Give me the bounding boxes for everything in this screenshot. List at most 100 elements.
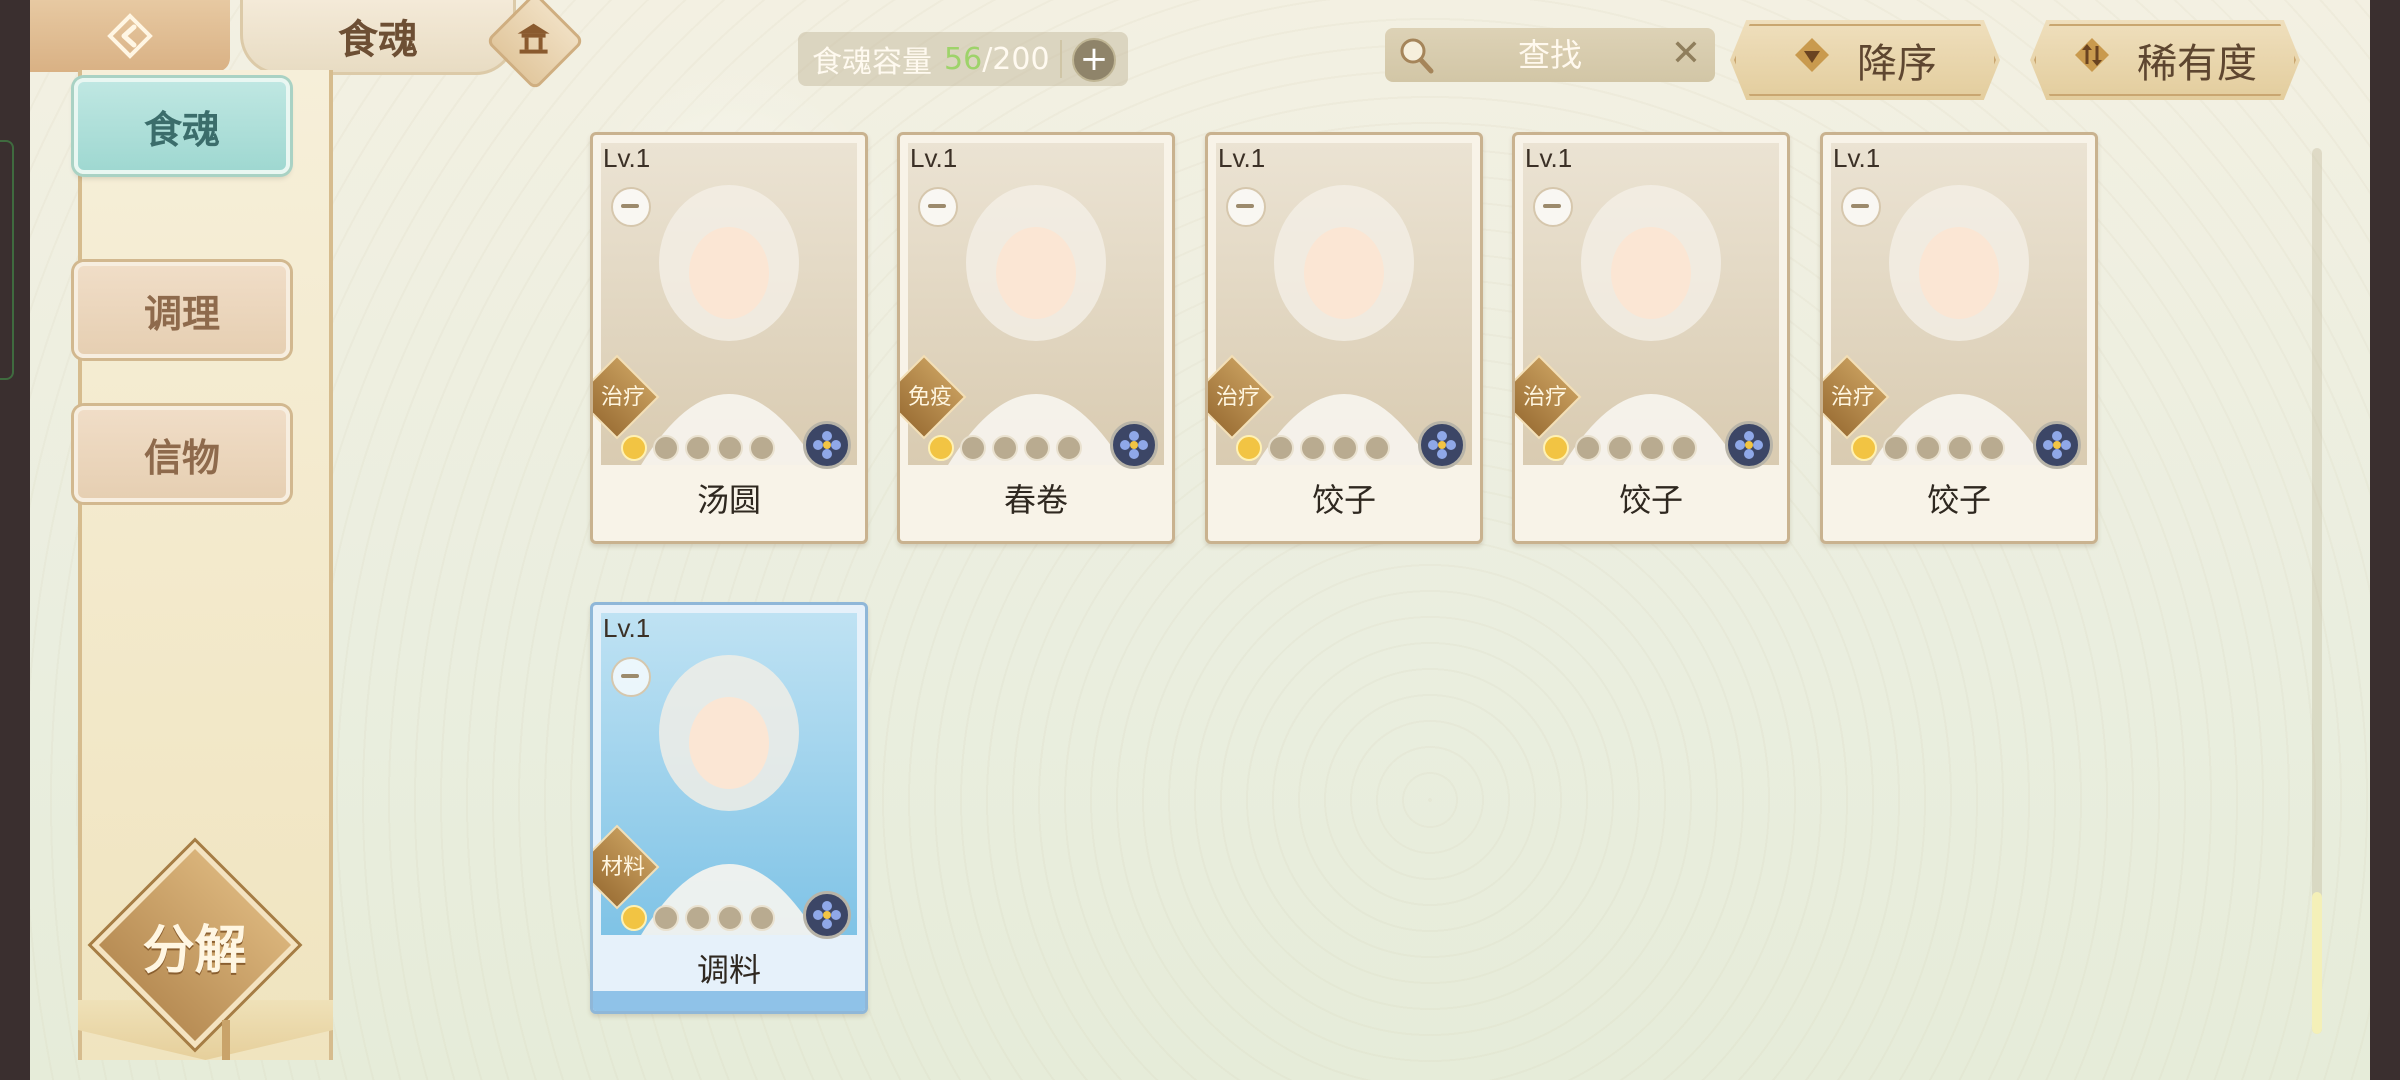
sort-order-label: 降序: [1857, 41, 1937, 87]
star-icon: [1883, 435, 1909, 461]
star-icon: [1979, 435, 2005, 461]
star-icon: [685, 435, 711, 461]
food-soul-card[interactable]: Lv.1 治疗饺子: [1512, 132, 1790, 544]
card-name: 饺子: [1311, 481, 1376, 519]
star-icon: [1024, 435, 1050, 461]
scrollbar[interactable]: [2312, 148, 2322, 1034]
capacity-label: 食魂容量: [812, 45, 932, 80]
star-rating: [621, 905, 775, 931]
star-icon: [1671, 435, 1697, 461]
star-icon: [960, 435, 986, 461]
food-soul-card[interactable]: Lv.1 治疗饺子: [1820, 132, 2098, 544]
star-icon: [1639, 435, 1665, 461]
rarity-bar: [593, 991, 865, 1011]
close-icon[interactable]: ✕: [1671, 36, 1701, 72]
sort-order-button[interactable]: 降序: [1730, 20, 2000, 100]
search-input[interactable]: 查找: [1385, 28, 1715, 82]
flower-emblem-icon: [1110, 421, 1158, 469]
side-handle: [0, 140, 14, 380]
role-label: 免疫: [907, 385, 952, 410]
star-icon: [653, 905, 679, 931]
star-icon: [621, 435, 647, 461]
star-icon: [1851, 435, 1877, 461]
star-icon: [717, 435, 743, 461]
pavilion-icon: [514, 18, 554, 62]
flower-emblem-icon: [803, 891, 851, 939]
role-label: 治疗: [1215, 385, 1260, 410]
star-icon: [1300, 435, 1326, 461]
back-button[interactable]: [30, 0, 230, 72]
sidebar-item-label: 信物: [143, 434, 220, 480]
star-icon: [621, 905, 647, 931]
card-name: 调料: [696, 951, 761, 989]
role-label: 治疗: [1830, 385, 1875, 410]
bowl-icon: [1841, 187, 1881, 227]
level-label: Lv.1: [603, 613, 651, 643]
star-icon: [1364, 435, 1390, 461]
level-label: Lv.1: [1525, 143, 1573, 173]
level-label: Lv.1: [910, 143, 958, 173]
bowl-icon: [1533, 187, 1573, 227]
star-rating: [621, 435, 775, 461]
level-label: Lv.1: [1833, 143, 1881, 173]
back-arrow-icon: [107, 13, 153, 59]
tassel: [222, 1020, 230, 1060]
food-soul-card[interactable]: Lv.1 治疗饺子: [1205, 132, 1483, 544]
capacity-max: 200: [992, 41, 1050, 77]
flower-emblem-icon: [803, 421, 851, 469]
sidebar-item-tokens[interactable]: 信物: [74, 406, 290, 502]
sidebar-item-food-soul[interactable]: 食魂: [74, 78, 290, 174]
bowl-icon: [611, 657, 651, 697]
star-icon: [1915, 435, 1941, 461]
sidebar-item-conditioning[interactable]: 调理: [74, 262, 290, 358]
star-rating: [1236, 435, 1390, 461]
star-icon: [1607, 435, 1633, 461]
card-name: 春卷: [1003, 481, 1068, 519]
food-soul-screen: 食魂 食魂容量 56 / 200 + 查找 ✕ 降序 稀有度 食魂 调理 信物 …: [30, 0, 2370, 1080]
star-icon: [992, 435, 1018, 461]
star-icon: [1056, 435, 1082, 461]
star-icon: [749, 905, 775, 931]
bowl-icon: [1226, 187, 1266, 227]
star-icon: [1947, 435, 1973, 461]
food-soul-card[interactable]: Lv.1 材料调料: [590, 602, 868, 1014]
swap-icon: [2073, 36, 2111, 84]
capacity-current: 56: [944, 41, 983, 77]
decompose-label: 分解: [142, 919, 248, 981]
level-label: Lv.1: [1218, 143, 1266, 173]
star-icon: [1543, 435, 1569, 461]
sidebar-item-label: 食魂: [143, 106, 220, 152]
star-icon: [1575, 435, 1601, 461]
flower-emblem-icon: [2033, 421, 2081, 469]
food-soul-card[interactable]: Lv.1 治疗 汤圆: [590, 132, 868, 544]
flower-emblem-icon: [1725, 421, 1773, 469]
star-icon: [1236, 435, 1262, 461]
role-label: 治疗: [1522, 385, 1567, 410]
add-capacity-button[interactable]: +: [1072, 38, 1116, 82]
card-name: 饺子: [1618, 481, 1683, 519]
right-bezel: [2370, 0, 2400, 1080]
capacity-separator: /: [982, 41, 993, 77]
sort-by-label: 稀有度: [2137, 41, 2257, 87]
sort-by-button[interactable]: 稀有度: [2030, 20, 2300, 100]
capacity-divider: [1060, 40, 1062, 78]
flower-emblem-icon: [1418, 421, 1466, 469]
bowl-icon: [918, 187, 958, 227]
card-name: 饺子: [1926, 481, 1991, 519]
star-icon: [717, 905, 743, 931]
capacity-display: 食魂容量 56 / 200 +: [798, 32, 1128, 86]
top-bar: 食魂 食魂容量 56 / 200 + 查找 ✕ 降序 稀有度: [30, 0, 2370, 100]
star-icon: [928, 435, 954, 461]
star-icon: [749, 435, 775, 461]
triangle-down-icon: [1793, 36, 1831, 84]
role-label: 材料: [600, 855, 645, 880]
sidebar-item-label: 调理: [143, 290, 220, 336]
food-soul-card[interactable]: Lv.1 免疫春卷: [897, 132, 1175, 544]
scrollbar-thumb[interactable]: [2312, 892, 2322, 1034]
search-field[interactable]: 查找 ✕: [1385, 28, 1715, 82]
star-icon: [685, 905, 711, 931]
star-icon: [1332, 435, 1358, 461]
star-rating: [1851, 435, 2005, 461]
star-rating: [1543, 435, 1697, 461]
star-icon: [1268, 435, 1294, 461]
